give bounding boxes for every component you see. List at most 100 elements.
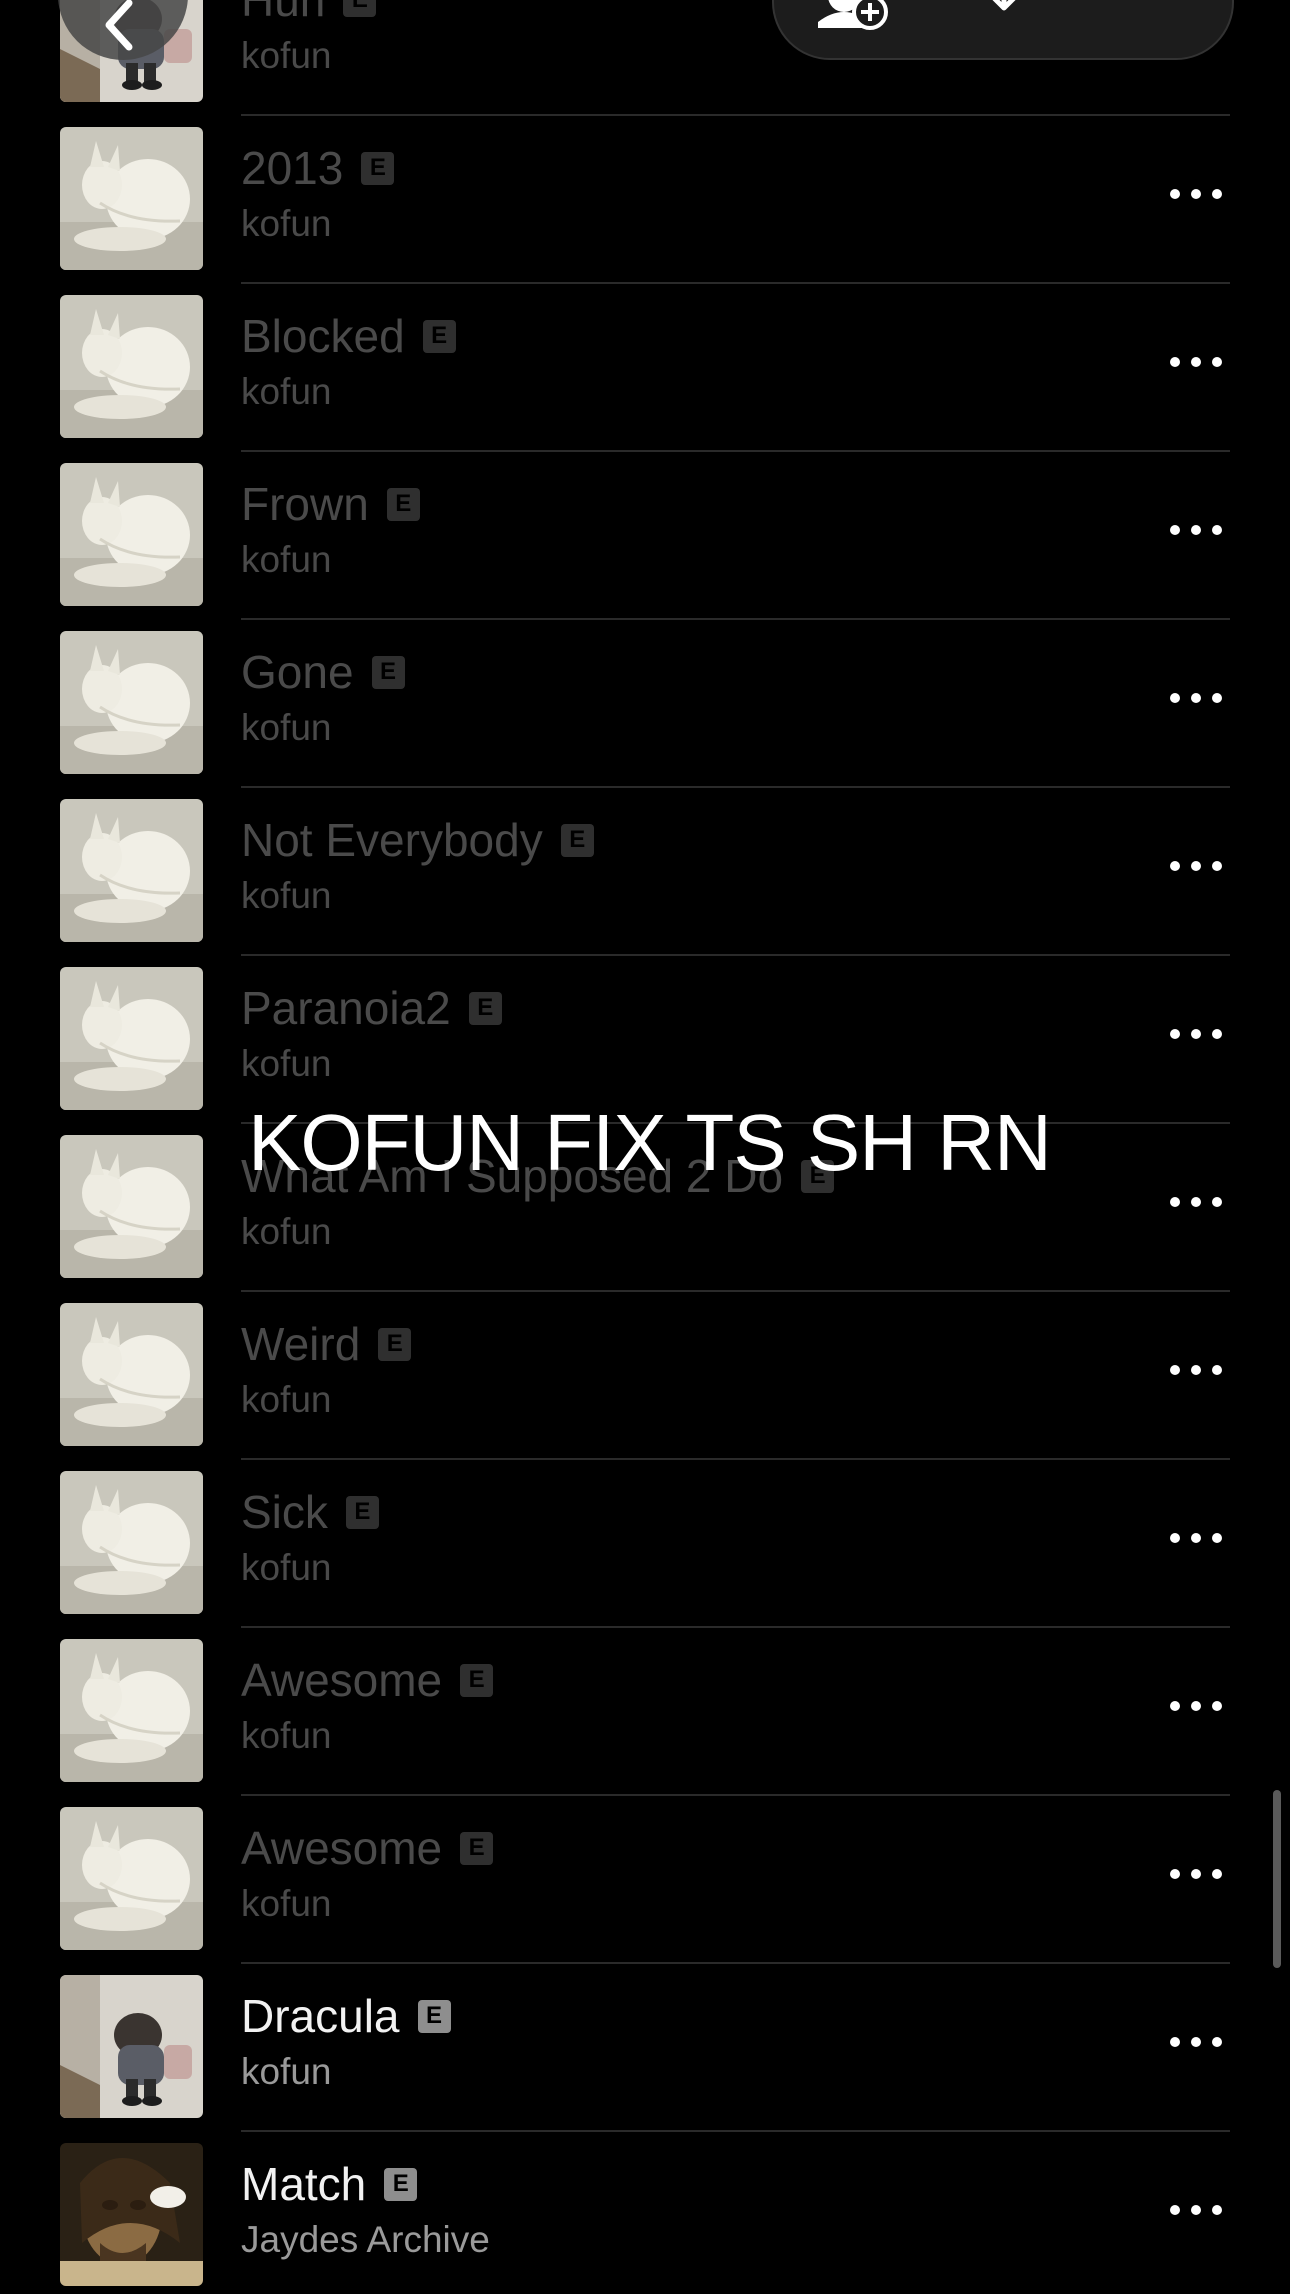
ellipsis-icon: [1170, 1365, 1180, 1375]
track-row[interactable]: Sick Ekofun: [0, 1460, 1290, 1628]
track-row[interactable]: 2013 Ekofun: [0, 116, 1290, 284]
ellipsis-icon: [1212, 1197, 1222, 1207]
track-title-line: Not Everybody E: [241, 812, 594, 868]
more-options-button[interactable]: [1170, 1350, 1222, 1390]
overlay-caption: KOFUN FIX TS SH RN: [248, 1098, 1052, 1187]
playlist-screen: Huh Ekofun 2013 Ekofun Blocked Ekofun Frown Eko…: [0, 0, 1290, 2294]
track-title: Awesome: [241, 1654, 443, 1706]
track-row[interactable]: Dracula E kofun: [0, 1964, 1290, 2132]
track-row[interactable]: Awesome Ekofun: [0, 1628, 1290, 1796]
album-art-statue: [60, 1639, 203, 1782]
explicit-badge: E: [417, 1999, 451, 2033]
track-artist: kofun: [241, 1043, 332, 1084]
ellipsis-icon: [1212, 693, 1222, 703]
track-title: Awesome: [241, 1822, 443, 1874]
album-art: [60, 1807, 203, 1950]
add-user-button[interactable]: [814, 0, 894, 37]
ellipsis-icon: [1212, 861, 1222, 871]
album-art-statue: [60, 967, 203, 1110]
more-options-button[interactable]: [1170, 510, 1222, 550]
explicit-badge: E: [384, 2167, 418, 2201]
track-title: Paranoia2: [241, 982, 451, 1034]
album-art-statue: [60, 799, 203, 942]
download-button[interactable]: [974, 0, 1034, 21]
album-art-statue: [60, 631, 203, 774]
track-artist: kofun: [241, 371, 332, 412]
ellipsis-icon: [1170, 189, 1180, 199]
more-options-button[interactable]: [1170, 1686, 1222, 1726]
more-options-button[interactable]: [1170, 678, 1222, 718]
add-user-icon: [818, 0, 888, 30]
track-title-line: Awesome E: [241, 1652, 494, 1708]
album-art: [60, 127, 203, 270]
explicit-badge: E: [343, 0, 377, 17]
album-art: [60, 631, 203, 774]
more-options-button[interactable]: [1170, 342, 1222, 382]
explicit-badge: E: [460, 1831, 494, 1865]
explicit-badge: E: [468, 991, 502, 1025]
album-art-statue: [60, 1135, 203, 1278]
track-row[interactable]: Match E Jaydes Archive: [0, 2132, 1290, 2294]
explicit-badge: E: [361, 151, 395, 185]
track-row[interactable]: Gone Ekofun: [0, 620, 1290, 788]
explicit-badge: E: [371, 655, 405, 689]
explicit-badge: E: [422, 319, 456, 353]
ellipsis-icon: [1170, 693, 1180, 703]
track-title-line: Awesome E: [241, 1820, 494, 1876]
album-art-statue: [60, 127, 203, 270]
more-options-button[interactable]: [1170, 174, 1222, 214]
track-title: 2013: [241, 142, 344, 194]
download-icon: [992, 0, 1016, 11]
ellipsis-icon: [1212, 189, 1222, 199]
track-row[interactable]: Awesome Ekofun: [0, 1796, 1290, 1964]
action-bar: [772, 0, 1234, 60]
explicit-badge: E: [560, 823, 594, 857]
track-title-line: Match E: [241, 2156, 418, 2212]
track-title: Sick: [241, 1486, 328, 1538]
explicit-badge: E: [386, 487, 420, 521]
explicit-badge: E: [378, 1327, 412, 1361]
explicit-badge: E: [345, 1495, 379, 1529]
scroll-indicator[interactable]: [1273, 1790, 1281, 1968]
album-art: [60, 1303, 203, 1446]
track-title-line: Huh E: [241, 0, 377, 28]
ellipsis-icon: [1191, 1365, 1201, 1375]
more-options-button[interactable]: [1170, 2022, 1222, 2062]
album-art-kid: [60, 1975, 203, 2118]
ellipsis-icon: [1170, 2037, 1180, 2047]
ellipsis-icon: [1212, 2205, 1222, 2215]
track-row[interactable]: Blocked Ekofun: [0, 284, 1290, 452]
ellipsis-icon: [1170, 1533, 1180, 1543]
more-options-button[interactable]: [1170, 846, 1222, 886]
album-art: [60, 967, 203, 1110]
ellipsis-icon: [1170, 525, 1180, 535]
track-title-line: Dracula E: [241, 1988, 451, 2044]
more-options-button[interactable]: [1170, 1014, 1222, 1054]
track-title-line: Paranoia2 E: [241, 980, 502, 1036]
ellipsis-icon: [1191, 1029, 1201, 1039]
album-art: [60, 295, 203, 438]
more-options-button[interactable]: [1170, 1182, 1222, 1222]
more-options-button[interactable]: [1170, 1518, 1222, 1558]
track-artist: kofun: [241, 35, 332, 76]
track-title-line: Weird E: [241, 1316, 412, 1372]
ellipsis-icon: [1191, 357, 1201, 367]
more-options-button[interactable]: [1170, 1854, 1222, 1894]
ellipsis-icon: [1212, 1869, 1222, 1879]
track-title: Match: [241, 2158, 367, 2210]
track-title: Gone: [241, 646, 354, 698]
album-art: [60, 463, 203, 606]
ellipsis-icon: [1170, 2205, 1180, 2215]
track-title-line: Sick E: [241, 1484, 379, 1540]
ellipsis-icon: [1191, 189, 1201, 199]
album-art-statue: [60, 1471, 203, 1614]
track-artist: kofun: [241, 2051, 332, 2092]
track-row[interactable]: Not Everybody E kofun: [0, 788, 1290, 956]
track-artist: kofun: [241, 875, 332, 916]
track-artist: kofun: [241, 539, 332, 580]
more-options-button[interactable]: [1170, 2190, 1222, 2230]
track-row[interactable]: Weird Ekofun: [0, 1292, 1290, 1460]
album-art-statue: [60, 295, 203, 438]
ellipsis-icon: [1170, 357, 1180, 367]
track-row[interactable]: Frown Ekofun: [0, 452, 1290, 620]
